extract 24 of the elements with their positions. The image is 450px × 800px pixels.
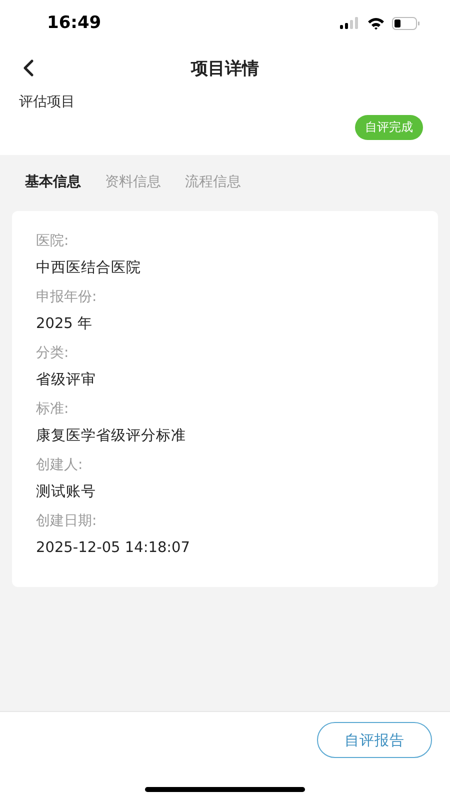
report-button[interactable]: 自评报告 <box>317 722 432 758</box>
status-time: 16:49 <box>47 13 102 33</box>
wifi-icon <box>367 16 385 30</box>
signal-icon <box>340 17 360 29</box>
field-label: 创建人: <box>36 456 83 475</box>
field-label: 申报年份: <box>36 288 97 307</box>
field-value: 省级评审 <box>36 370 96 390</box>
page-title: 项目详情 <box>191 58 259 80</box>
tab[interactable]: 资料信息 <box>105 173 161 191</box>
field-label: 分类: <box>36 344 69 363</box>
field-value: 2025-12-05 14:18:07 <box>36 539 190 558</box>
battery-icon <box>392 16 420 30</box>
status-badge: 自评完成 <box>355 115 423 140</box>
tab[interactable]: 流程信息 <box>185 173 241 191</box>
field-label: 医院: <box>36 232 69 251</box>
field-value: 2025 年 <box>36 315 93 334</box>
project-type: 评估项目 <box>19 93 75 111</box>
field-label: 标准: <box>36 400 69 419</box>
tab[interactable]: 基本信息 <box>25 173 81 191</box>
field-value: 康复医学省级评分标准 <box>36 426 186 446</box>
back-icon <box>22 59 34 77</box>
field-label: 创建日期: <box>36 512 97 531</box>
field-value: 中西医结合医院 <box>36 259 141 278</box>
field-value: 测试账号 <box>36 483 96 502</box>
